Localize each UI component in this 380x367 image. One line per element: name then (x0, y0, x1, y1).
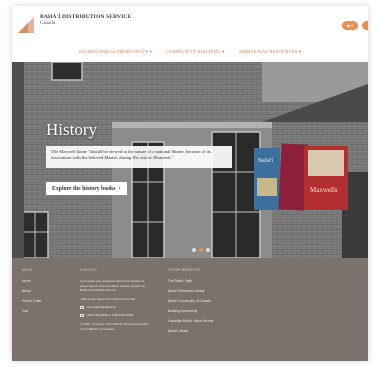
hero-quote-box: The Maxwell home "should be viewed in th… (46, 146, 232, 168)
brand-name[interactable]: BAHÁ'Í DISTRIBUTION SERVICE (40, 14, 131, 20)
footer-link-how-to-order[interactable]: How to Order (22, 299, 42, 303)
footer-link-cart[interactable]: Cart (22, 309, 42, 313)
footer-contact: CONTACT If you have any questions about … (80, 268, 150, 332)
footer-link-community-canada[interactable]: Bahá'í Community of Canada (168, 299, 213, 303)
footer-address: 7200 Leslie Street Thornhill ON L3T 6L8 (80, 296, 136, 301)
footer-menu: MENU Home About How to Order Cart (22, 268, 42, 319)
site-header: BAHÁ'Í DISTRIBUTION SERVICE Canada ◆ 0 (12, 6, 368, 42)
cart-count: 0 (350, 23, 354, 28)
footer-link-home[interactable]: Home (22, 279, 42, 283)
hero-title: History (46, 120, 97, 139)
book-title-1: Bahá'í (258, 158, 273, 164)
history-books-image: Bahá'í Maxwells (254, 143, 348, 211)
carousel-dot[interactable] (192, 248, 196, 252)
footer-other-websites: OTHER WEBSITES The Bahá'í Faith Bahá'í R… (168, 268, 213, 339)
brand-subtitle: Canada (40, 21, 55, 26)
carousel-dot[interactable] (206, 248, 210, 252)
footer-link-reference-library[interactable]: Bahá'í Reference Library (168, 289, 213, 293)
footer-link-building-community[interactable]: Building Community (168, 309, 213, 313)
hero-quote: The Maxwell home "should be viewed in th… (51, 149, 211, 161)
nav-item-community[interactable]: COMMUNITY BUILDING ▾ (166, 49, 224, 55)
page: BAHÁ'Í DISTRIBUTION SERVICE Canada ◆ 0 S… (12, 6, 368, 361)
mail-icon (80, 305, 84, 309)
footer-link-library[interactable]: Bahá'í Library (168, 329, 213, 333)
footer-link-about[interactable]: About (22, 289, 42, 293)
explore-history-button[interactable]: Explore the history books › (46, 182, 127, 195)
footer-other-heading: OTHER WEBSITES (168, 268, 201, 272)
explore-history-label: Explore the history books (52, 185, 116, 192)
site-footer: MENU Home About How to Order Cart CONTAC… (12, 258, 368, 361)
nav-item-sacred[interactable]: SACRED AND AUTHORITATIVE ▾ (79, 49, 152, 55)
footer-link-bahai-faith[interactable]: The Bahá'í Faith (168, 279, 213, 283)
book-title-2: Maxwells (310, 186, 338, 194)
footer-link-news-service[interactable]: Canadian Bahá'í News Service (168, 319, 213, 323)
footer-menu-heading: MENU (22, 268, 33, 272)
logo-icon[interactable] (16, 13, 36, 35)
nav-item-resources[interactable]: ADDITIONAL RESOURCES ▾ (239, 49, 302, 55)
footer-phone[interactable]: (905) 889-8168 or 1-800-465-3287 (87, 313, 133, 317)
footer-contact-text: If you have any questions about this web… (80, 279, 146, 293)
footer-contact-heading: CONTACT (80, 268, 98, 272)
footer-email[interactable]: bds.orders@bahai.ca (87, 305, 116, 309)
cart-button[interactable]: ◆ 0 (342, 21, 358, 30)
carousel-dots (192, 248, 210, 252)
menu-toggle-button[interactable] (362, 21, 368, 30)
phone-icon (80, 313, 84, 317)
main-nav: SACRED AND AUTHORITATIVE ▾ COMMUNITY BUI… (12, 42, 368, 62)
carousel-dot-active[interactable] (199, 248, 203, 252)
hero-banner: History The Maxwell home "should be view… (12, 62, 368, 258)
footer-copyright: © 2024, a service of the Bahá'í Spiritua… (80, 322, 149, 331)
chevron-right-icon: › (118, 185, 121, 192)
